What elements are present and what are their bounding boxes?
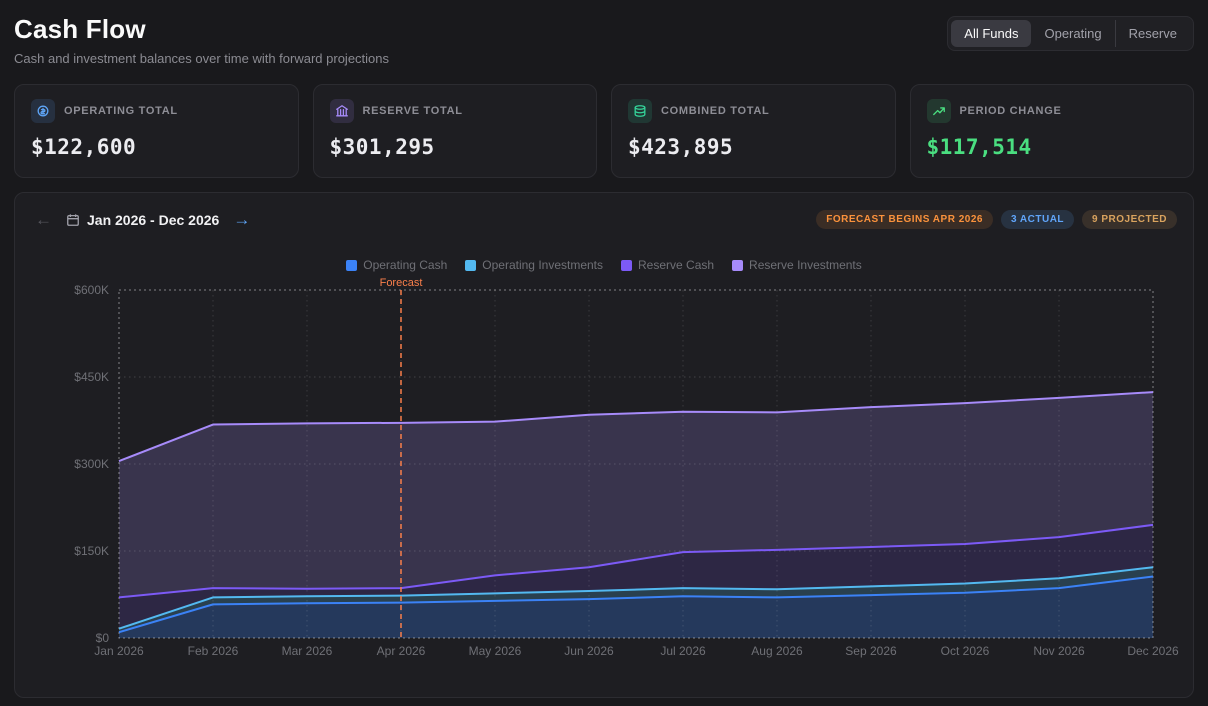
svg-text:Feb 2026: Feb 2026	[188, 644, 239, 658]
legend-swatch	[346, 260, 357, 271]
svg-text:$0: $0	[96, 631, 110, 645]
svg-text:Forecast: Forecast	[380, 277, 423, 289]
page-header: Cash Flow Cash and investment balances o…	[14, 14, 1194, 66]
svg-text:Jul 2026: Jul 2026	[660, 644, 706, 658]
svg-text:Mar 2026: Mar 2026	[282, 644, 333, 658]
tab-all-funds[interactable]: All Funds	[951, 20, 1031, 47]
legend-item: Reserve Cash	[621, 258, 714, 272]
coins-icon	[31, 99, 55, 123]
forecast-begins-badge: FORECAST BEGINS APR 2026	[816, 210, 993, 229]
legend-label: Reserve Cash	[638, 258, 714, 272]
projected-count-badge: 9 PROJECTED	[1082, 210, 1177, 229]
calendar-icon	[66, 213, 80, 227]
svg-text:Sep 2026: Sep 2026	[845, 644, 897, 658]
svg-text:May 2026: May 2026	[469, 644, 522, 658]
legend-label: Reserve Investments	[749, 258, 862, 272]
next-period-button[interactable]: →	[229, 209, 254, 230]
stat-label: OPERATING TOTAL	[64, 105, 178, 117]
page-subtitle: Cash and investment balances over time w…	[14, 51, 389, 66]
trend-up-icon	[927, 99, 951, 123]
prev-period-button[interactable]: ←	[31, 209, 56, 230]
bank-icon	[330, 99, 354, 123]
stat-label: COMBINED TOTAL	[661, 105, 769, 117]
status-badges: FORECAST BEGINS APR 2026 3 ACTUAL 9 PROJ…	[816, 210, 1177, 229]
legend-swatch	[732, 260, 743, 271]
actual-count-badge: 3 ACTUAL	[1001, 210, 1074, 229]
legend-item: Operating Cash	[346, 258, 447, 272]
svg-text:Jun 2026: Jun 2026	[564, 644, 614, 658]
stat-card-operating-total: OPERATING TOTAL $122,600	[14, 84, 299, 178]
date-range-label: Jan 2026 - Dec 2026	[87, 212, 219, 228]
stat-value: $301,295	[330, 135, 581, 159]
legend-item: Reserve Investments	[732, 258, 862, 272]
svg-text:Nov 2026: Nov 2026	[1033, 644, 1085, 658]
stat-label: PERIOD CHANGE	[960, 105, 1062, 117]
chart-svg: $0 $150K $300K $450K $600K Jan 2026 Feb 2026 Ma…	[31, 274, 1179, 678]
funds-segmented-control: All Funds Operating Reserve	[947, 16, 1194, 51]
legend-swatch	[621, 260, 632, 271]
svg-text:Dec 2026: Dec 2026	[1127, 644, 1179, 658]
stat-label: RESERVE TOTAL	[363, 105, 463, 117]
stat-card-combined-total: COMBINED TOTAL $423,895	[611, 84, 896, 178]
stat-value: $423,895	[628, 135, 879, 159]
page-title: Cash Flow	[14, 14, 389, 45]
legend-label: Operating Investments	[482, 258, 603, 272]
svg-text:Apr 2026: Apr 2026	[377, 644, 426, 658]
svg-text:Aug 2026: Aug 2026	[751, 644, 803, 658]
svg-text:Jan 2026: Jan 2026	[94, 644, 144, 658]
legend-item: Operating Investments	[465, 258, 603, 272]
legend-swatch	[465, 260, 476, 271]
cash-flow-chart-panel: ← Jan 2026 - Dec 2026 → FORECAST BEGINS …	[14, 192, 1194, 698]
stats-row: OPERATING TOTAL $122,600 RESERVE TOTAL $…	[14, 84, 1194, 178]
chart-panel-header: ← Jan 2026 - Dec 2026 → FORECAST BEGINS …	[31, 209, 1177, 230]
tab-reserve[interactable]: Reserve	[1115, 20, 1190, 47]
stat-value: $117,514	[927, 135, 1178, 159]
stat-value: $122,600	[31, 135, 282, 159]
svg-text:$600K: $600K	[74, 283, 109, 297]
title-block: Cash Flow Cash and investment balances o…	[14, 14, 389, 66]
tab-operating[interactable]: Operating	[1031, 20, 1114, 47]
svg-text:$450K: $450K	[74, 370, 109, 384]
chart-legend: Operating Cash Operating Investments Reser…	[31, 258, 1177, 272]
svg-text:$150K: $150K	[74, 544, 109, 558]
svg-text:Oct 2026: Oct 2026	[941, 644, 990, 658]
svg-text:$300K: $300K	[74, 457, 109, 471]
legend-label: Operating Cash	[363, 258, 447, 272]
stat-card-period-change: PERIOD CHANGE $117,514	[910, 84, 1195, 178]
stack-icon	[628, 99, 652, 123]
cashflow-area-chart: $0 $150K $300K $450K $600K Jan 2026 Feb 2026 Ma…	[31, 274, 1177, 681]
stat-card-reserve-total: RESERVE TOTAL $301,295	[313, 84, 598, 178]
